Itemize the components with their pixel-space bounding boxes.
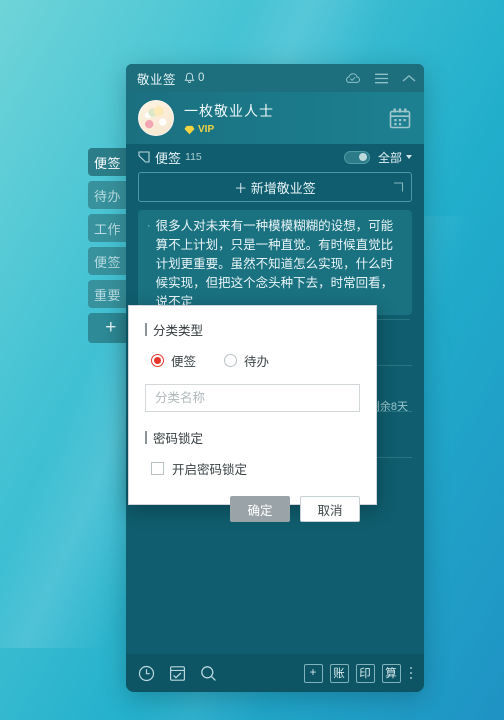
calendar-icon[interactable] — [388, 107, 412, 130]
filter-label: 全部 — [377, 150, 402, 165]
sidebar-tab-label: 待办 — [94, 188, 122, 204]
checkbox-indicator — [151, 462, 164, 475]
profile-bar: 一枚敬业人士 VIP — [126, 92, 424, 144]
notification-area[interactable]: 0 — [184, 72, 204, 84]
bullet-icon: · — [147, 220, 151, 232]
avatar[interactable] — [138, 100, 174, 136]
more-vertical-icon[interactable] — [409, 666, 412, 680]
vip-badge[interactable]: VIP — [184, 124, 274, 135]
checkbox-list-icon[interactable] — [169, 665, 186, 682]
confirm-button[interactable]: 确定 — [230, 496, 290, 522]
section-lock-label: 密码锁定 — [153, 432, 204, 446]
dialog-actions: 确定 取消 — [145, 496, 360, 522]
add-note-button[interactable]: ＋ 新增敬业签 — [138, 172, 412, 202]
list-header: 便签 115 全部 — [126, 144, 424, 170]
list-title: 便签 — [155, 150, 182, 166]
list-count: 115 — [185, 151, 202, 163]
category-type-radio-group: 便签 待办 — [151, 351, 360, 370]
radio-option-note[interactable]: 便签 — [151, 351, 196, 370]
section-accent-bar — [145, 431, 147, 444]
category-name-input[interactable] — [145, 384, 360, 412]
calculator-button[interactable]: 算 — [381, 663, 401, 683]
radio-indicator-selected — [151, 354, 164, 367]
radio-option-todo[interactable]: 待办 — [224, 351, 269, 370]
radio-label: 待办 — [244, 355, 270, 369]
section-accent-bar — [145, 323, 147, 336]
cloud-sync-icon[interactable] — [344, 72, 361, 85]
search-icon[interactable] — [200, 665, 217, 682]
section-header-lock: 密码锁定 — [145, 428, 360, 447]
note-card-pinned[interactable]: · 很多人对未来有一种模模糊糊的设想，可能算不上计划，只是一种直觉。有时候直觉比… — [138, 210, 412, 315]
app-title: 敬业签 — [137, 72, 177, 87]
clock-icon[interactable] — [138, 665, 155, 682]
radio-indicator — [224, 354, 238, 367]
note-text: 很多人对未来有一种模模糊糊的设想，可能算不上计划，只是一种直觉。有时候直觉比计划… — [155, 219, 394, 309]
stamp-button[interactable]: 印 — [355, 663, 375, 683]
sort-toggle[interactable] — [343, 150, 370, 164]
sidebar-tab-label: 便签 — [94, 254, 122, 270]
vip-label: VIP — [198, 124, 215, 135]
profile-name: 一枚敬业人士 — [184, 103, 274, 119]
add-note-label: ＋ 新增敬业签 — [234, 180, 316, 196]
profile-text: 一枚敬业人士 VIP — [184, 101, 274, 135]
radio-label: 便签 — [171, 355, 197, 369]
hamburger-menu-icon[interactable] — [374, 73, 389, 84]
bell-icon — [184, 72, 195, 84]
add-button[interactable]: + — [303, 663, 323, 683]
toggle-knob — [358, 153, 367, 161]
diamond-icon — [184, 125, 195, 135]
chevron-down-icon — [406, 155, 412, 159]
notification-count: 0 — [198, 72, 205, 84]
expand-icon[interactable] — [394, 182, 403, 192]
checkbox-label: 开启密码锁定 — [172, 463, 248, 477]
flag-icon — [138, 151, 150, 163]
sidebar-tab-label: 便签 — [94, 155, 122, 171]
add-category-label: + — [105, 317, 117, 338]
section-type-label: 分类类型 — [153, 324, 204, 338]
cancel-button[interactable]: 取消 — [300, 496, 360, 522]
new-category-dialog: 分类类型 便签 待办 密码锁定 开启密码锁定 确定 取消 — [128, 305, 377, 522]
filter-dropdown[interactable]: 全部 — [378, 149, 412, 166]
ledger-button[interactable]: 账 — [329, 663, 349, 683]
title-bar: 敬业签 0 — [126, 64, 424, 92]
password-lock-checkbox-row[interactable]: 开启密码锁定 — [151, 459, 360, 478]
sidebar-tab-label: 工作 — [94, 221, 122, 237]
chevron-up-icon[interactable] — [402, 74, 416, 83]
sidebar-tab-label: 重要 — [94, 287, 122, 303]
section-header-type: 分类类型 — [145, 320, 360, 339]
bottom-toolbar: + 账 印 算 — [126, 654, 424, 692]
